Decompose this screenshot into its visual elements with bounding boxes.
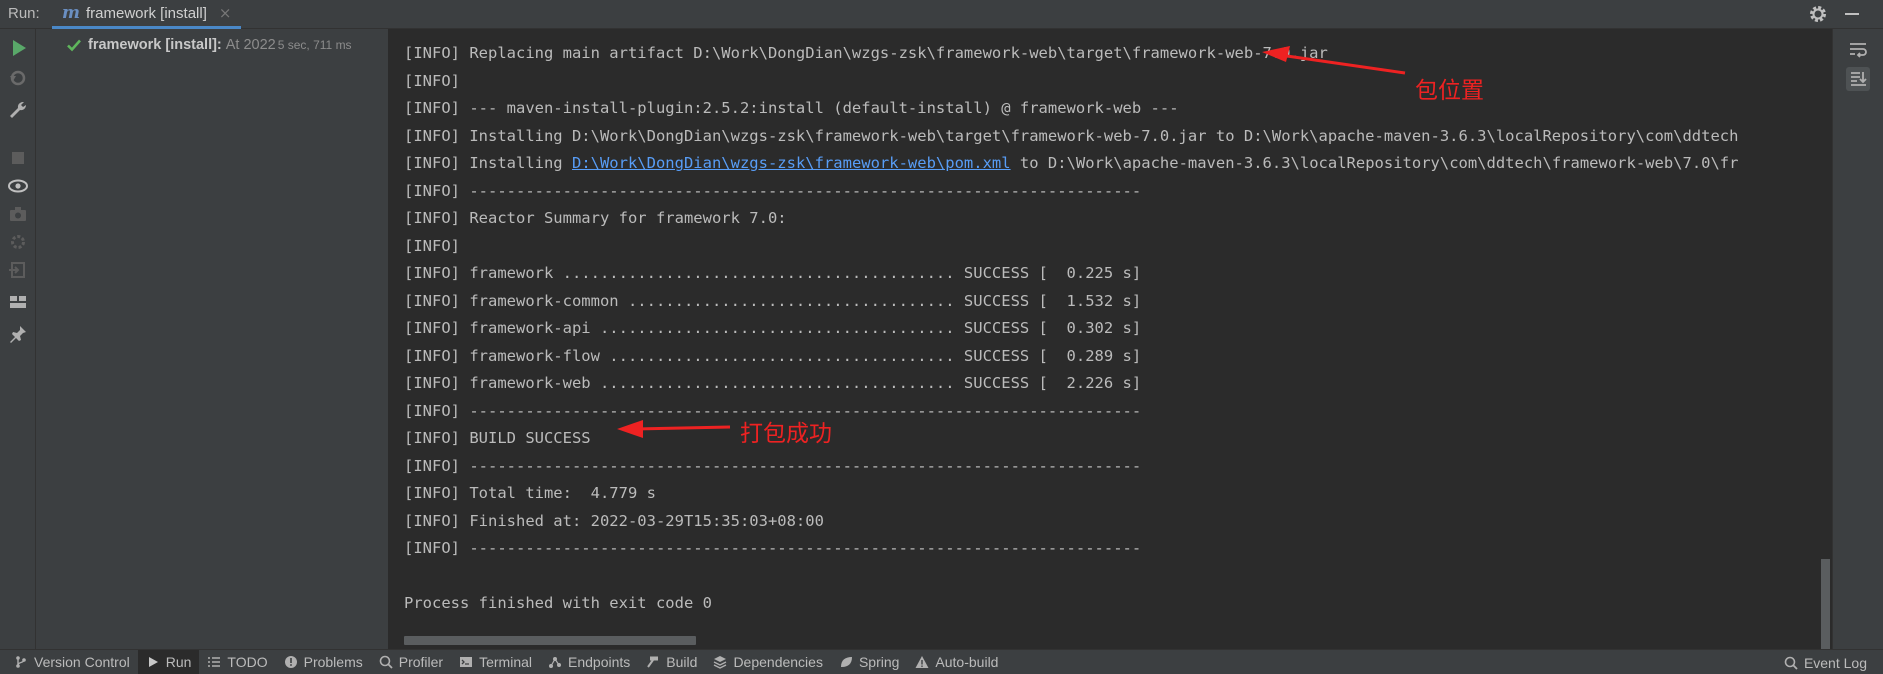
triangle-warning-icon [915,656,929,668]
tool-label: Spring [858,654,900,670]
console-line: [INFO] --- maven-install-plugin:2.5.2:in… [404,99,1179,117]
console-line: [INFO] ---------------------------------… [404,539,1142,557]
tool-todo[interactable]: TODO [199,650,275,674]
rerun-icon[interactable] [7,37,29,59]
eye-icon[interactable] [7,175,29,197]
tool-problems[interactable]: Problems [276,650,371,674]
gear-icon[interactable] [1807,3,1829,25]
wrench-icon[interactable] [7,99,29,121]
warning-icon [284,656,297,668]
run-tool-window-header: Run: m framework [install] × [0,0,1883,29]
settings-gear-icon[interactable] [7,231,29,253]
tool-label: Problems [303,654,363,670]
bottom-tool-bar: Version Control Run TODO Problems Profil… [0,649,1883,674]
right-toolbar [1832,29,1883,649]
tool-label: TODO [227,654,268,670]
annotation-package-location: 包位置 [1415,78,1484,104]
console-output[interactable]: [INFO] Replacing main artifact D:\Work\D… [390,29,1832,649]
console-line: [INFO] Replacing main artifact D:\Work\D… [404,44,1328,62]
run-icon [148,657,158,667]
tool-dependencies[interactable]: Dependencies [705,650,831,674]
terminal-icon [460,657,473,667]
console-line: [INFO] BUILD SUCCESS [404,429,591,447]
exit-icon[interactable] [7,259,29,281]
event-log-icon [1784,656,1798,670]
tool-build[interactable]: Build [638,650,705,674]
tool-label: Version Control [34,654,130,670]
soft-wrap-icon[interactable] [1846,38,1870,62]
tool-label: Event Log [1803,654,1867,671]
close-icon[interactable]: × [219,4,232,22]
console-line: [INFO] Installing D:\Work\DongDian\wzgs-… [404,151,1738,175]
annotation-build-success: 打包成功 [740,421,832,447]
tool-endpoints[interactable]: Endpoints [540,650,638,674]
run-label: Run: [8,5,40,22]
console-text: to D:\Work\apache-maven-3.6.3\localRepos… [1010,154,1739,172]
hammer-icon [647,656,659,668]
scroll-to-end-icon [1851,72,1867,86]
tree-item-name: framework [install]: [88,37,222,53]
minimize-icon[interactable] [1845,13,1859,15]
console-line: [INFO] Reactor Summary for framework 7.0… [404,209,787,227]
console-line: [INFO] Installing D:\Work\DongDian\wzgs-… [404,126,1739,145]
layers-icon [714,656,727,669]
horizontal-scrollbar[interactable] [404,636,696,645]
tool-spring[interactable]: Spring [831,650,907,674]
stop-icon[interactable] [7,147,29,169]
layout-icon[interactable] [7,291,29,313]
console-line: [INFO] framework .......................… [404,264,1142,282]
vertical-scrollbar[interactable] [1821,559,1830,649]
pin-icon[interactable] [7,323,29,345]
tree-item-framework-install[interactable]: framework [install]: At 2022 5 sec, 711 … [66,34,352,56]
console-line: [INFO] framework-flow ..................… [404,346,1142,365]
list-icon [208,657,221,667]
scroll-to-end-button[interactable] [1846,67,1870,91]
tool-label: Terminal [479,654,533,670]
tool-label: Run [165,654,192,670]
run-tree-panel: framework [install]: At 2022 5 sec, 711 … [36,29,389,649]
tool-run[interactable]: Run [137,649,200,674]
tree-item-duration: 5 sec, 711 ms [277,38,352,52]
console-line: [INFO] Total time: 4.779 s [404,484,656,502]
tool-label: Endpoints [568,654,631,670]
tool-label: Dependencies [733,654,823,670]
console-line: [INFO] framework-common ................… [404,291,1142,310]
console-line: [INFO] Finished at: 2022-03-29T15:35:03+… [404,511,824,530]
maven-icon: m [62,3,80,23]
camera-icon[interactable] [7,203,29,225]
leaf-icon [840,657,852,667]
endpoints-icon [549,657,562,668]
pom-file-link[interactable]: D:\Work\DongDian\wzgs-zsk\framework-web\… [572,154,1011,172]
tool-label: Profiler [398,654,444,670]
tool-label: Auto-build [935,654,999,670]
console-line: [INFO] framework-api ...................… [404,319,1142,337]
console-line: [INFO] ---------------------------------… [404,456,1142,475]
tool-auto-build[interactable]: Auto-build [907,650,1006,674]
tool-version-control[interactable]: Version Control [6,650,138,674]
console-line: [INFO] [404,71,460,90]
tree-item-time: At 2022 [225,37,276,53]
profiler-icon [379,655,393,669]
tab-framework-install[interactable]: m framework [install] × [52,0,242,29]
console-line: [INFO] [404,236,460,255]
console-line: Process finished with exit code 0 [404,594,712,612]
left-toolbar [0,29,36,649]
console-text: [INFO] Installing [404,154,572,172]
tool-event-log[interactable]: Event Log [1776,650,1875,674]
tool-label: Build [666,654,698,670]
tool-terminal[interactable]: Terminal [451,650,540,674]
console-line: [INFO] framework-web ...................… [404,374,1142,392]
checkmark-icon [67,39,81,52]
console-line: [INFO] ---------------------------------… [404,181,1142,200]
rerun-failed-icon[interactable] [7,67,29,89]
branch-icon [16,656,26,668]
tool-profiler[interactable]: Profiler [371,650,451,674]
tab-label: framework [install] [86,4,207,22]
